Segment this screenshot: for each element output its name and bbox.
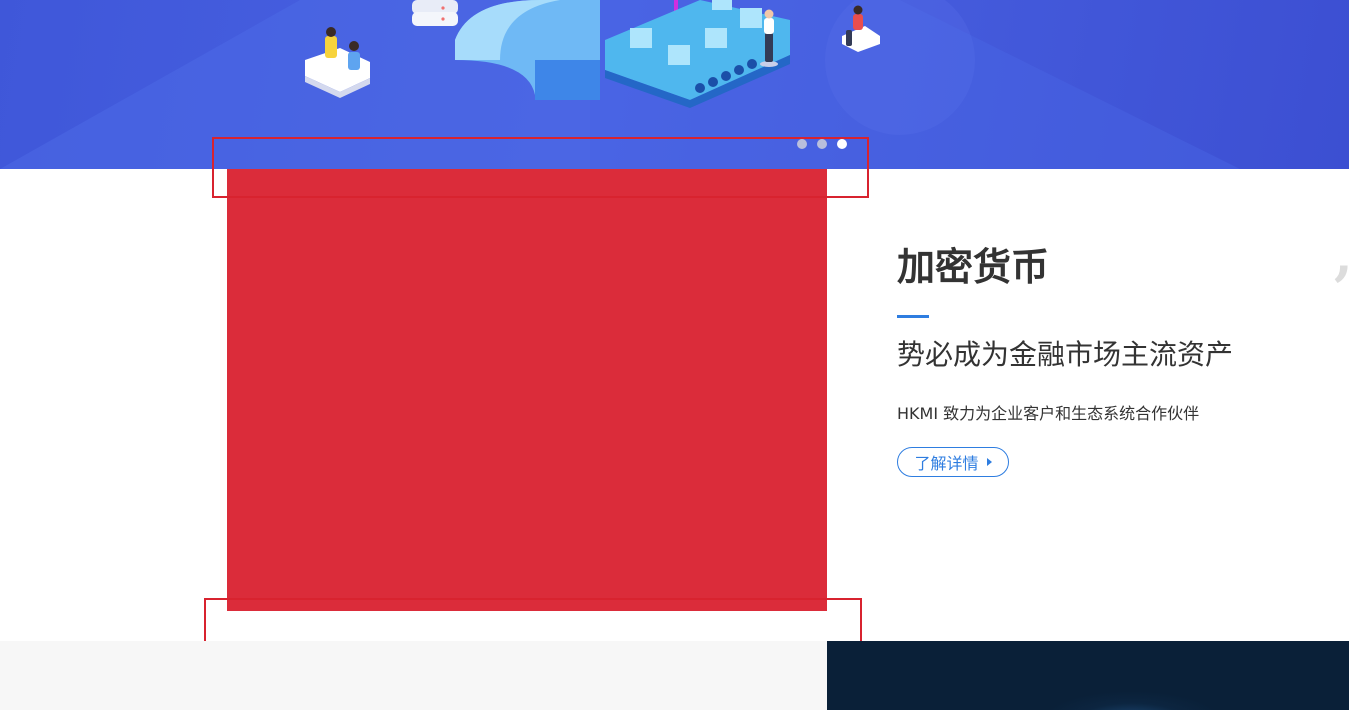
caret-right-icon — [986, 458, 992, 466]
quote-mark-icon: , — [1334, 228, 1349, 282]
next-section-dark-panel — [827, 641, 1349, 710]
feature-title: 加密货币 — [897, 245, 1050, 289]
feature-subtitle: 势必成为金融市场主流资产 — [897, 338, 1234, 371]
next-section-left-panel — [0, 641, 827, 710]
learn-more-label: 了解详情 — [914, 454, 979, 473]
title-accent-bar — [897, 315, 929, 318]
server-stack-icon — [412, 0, 458, 26]
highlight-outline-top — [212, 137, 869, 198]
feature-image-placeholder — [227, 169, 827, 611]
learn-more-button[interactable]: 了解详情 — [897, 447, 1009, 477]
feature-description: HKMI 致力为企业客户和生态系统合作伙伴 — [897, 404, 1200, 423]
